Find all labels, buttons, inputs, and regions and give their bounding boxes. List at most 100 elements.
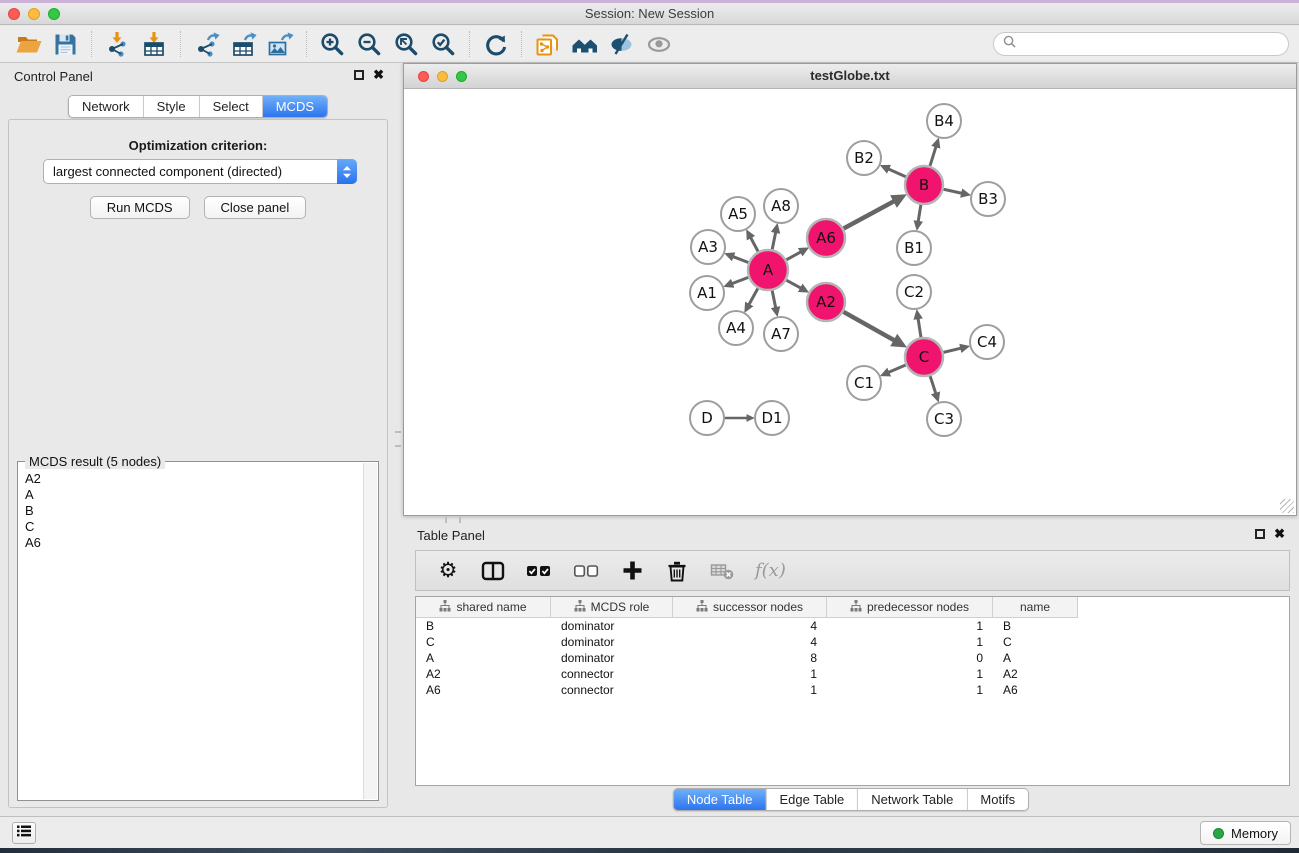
select-all-rows-icon[interactable] <box>526 558 552 584</box>
network-canvas[interactable]: B4B2BB3A8A5A6B1A3AA1C2A2A4A7C4CC1C3DD1 <box>404 90 1296 515</box>
task-history-button[interactable] <box>12 822 36 844</box>
table-cell[interactable]: A2 <box>993 667 1078 681</box>
zoom-out-icon[interactable] <box>351 29 388 60</box>
graph-edge-A-A2[interactable] <box>786 280 801 288</box>
table-cell[interactable]: 1 <box>673 667 827 681</box>
table-cell[interactable]: B <box>416 619 551 633</box>
tab-style[interactable]: Style <box>143 96 199 117</box>
table-cell[interactable]: 1 <box>827 683 993 697</box>
table-cell[interactable]: A6 <box>993 683 1078 697</box>
close-window-icon[interactable] <box>8 8 20 20</box>
search-box[interactable] <box>993 32 1289 56</box>
network-minimize-icon[interactable] <box>437 71 448 82</box>
table-cell[interactable]: B <box>993 619 1078 633</box>
vertical-splitter-grip[interactable] <box>395 431 401 447</box>
minimize-window-icon[interactable] <box>28 8 40 20</box>
copy-network-icon[interactable] <box>529 29 566 60</box>
network-overview-icon[interactable] <box>566 29 603 60</box>
graph-edge-A-A3[interactable] <box>733 256 749 262</box>
table-cell[interactable]: 4 <box>673 635 827 649</box>
open-file-icon[interactable] <box>10 29 47 60</box>
tab-mcds[interactable]: MCDS <box>262 96 327 117</box>
zoom-window-icon[interactable] <box>48 8 60 20</box>
hide-graphics-details-icon[interactable] <box>603 29 640 60</box>
table-cell[interactable]: 8 <box>673 651 827 665</box>
graph-edge-C-C3[interactable] <box>930 376 936 394</box>
import-network-icon[interactable] <box>99 29 136 60</box>
mcds-result-scrollbar[interactable] <box>363 463 377 799</box>
table-cell[interactable]: A <box>993 651 1078 665</box>
table-row[interactable]: A6connector11A6 <box>416 682 1289 698</box>
graph-edge-A2-C[interactable] <box>843 312 895 341</box>
mcds-result-item[interactable]: A6 <box>25 535 357 551</box>
toggle-columns-icon[interactable] <box>481 558 505 584</box>
float-panel-icon[interactable] <box>354 70 364 80</box>
table-row[interactable]: Adominator80A <box>416 650 1289 666</box>
graph-edge-B-B4[interactable] <box>930 146 936 166</box>
table-cell[interactable]: 1 <box>827 635 993 649</box>
zoom-in-icon[interactable] <box>314 29 351 60</box>
close-panel-button[interactable]: Close panel <box>204 196 307 219</box>
save-session-icon[interactable] <box>47 29 84 60</box>
graph-edge-B-B2[interactable] <box>888 169 906 177</box>
memory-button[interactable]: Memory <box>1200 821 1291 845</box>
show-graphics-details-icon[interactable] <box>640 29 677 60</box>
graph-edge-A-A7[interactable] <box>772 291 776 309</box>
table-cell[interactable]: 1 <box>827 667 993 681</box>
graph-edge-A-A6[interactable] <box>786 252 801 260</box>
table-cell[interactable]: A6 <box>416 683 551 697</box>
zoom-selected-icon[interactable] <box>425 29 462 60</box>
graph-edge-A-A8[interactable] <box>772 232 776 250</box>
graph-edge-C-C4[interactable] <box>943 348 961 352</box>
tab-network-table[interactable]: Network Table <box>857 789 966 810</box>
mcds-result-item[interactable]: B <box>25 503 357 519</box>
table-settings-icon[interactable]: ⚙ <box>436 558 460 584</box>
table-cell[interactable]: 4 <box>673 619 827 633</box>
network-close-icon[interactable] <box>418 71 429 82</box>
graph-edge-B-B3[interactable] <box>944 189 963 193</box>
mcds-result-item[interactable]: A <box>25 487 357 503</box>
close-table-panel-icon[interactable]: ✖ <box>1274 529 1285 539</box>
table-cell[interactable]: A <box>416 651 551 665</box>
graph-edge-C-C1[interactable] <box>888 365 906 373</box>
export-table-icon[interactable] <box>225 29 262 60</box>
graph-edge-B-B1[interactable] <box>918 205 921 222</box>
table-cell[interactable]: A2 <box>416 667 551 681</box>
export-image-icon[interactable] <box>262 29 299 60</box>
mcds-result-item[interactable]: A2 <box>25 471 357 487</box>
tab-network[interactable]: Network <box>69 96 143 117</box>
table-cell[interactable]: connector <box>551 683 673 697</box>
table-cell[interactable]: dominator <box>551 619 673 633</box>
network-graph[interactable]: B4B2BB3A8A5A6B1A3AA1C2A2A4A7C4CC1C3DD1 <box>404 90 1296 515</box>
graph-edge-A-A1[interactable] <box>732 277 749 283</box>
table-cell[interactable]: connector <box>551 667 673 681</box>
tab-select[interactable]: Select <box>199 96 262 117</box>
network-resize-grip[interactable] <box>1280 499 1294 513</box>
table-cell[interactable]: 0 <box>827 651 993 665</box>
tab-node-table[interactable]: Node Table <box>674 789 766 810</box>
search-input[interactable] <box>1021 37 1279 52</box>
table-cell[interactable]: C <box>416 635 551 649</box>
table-row[interactable]: Cdominator41C <box>416 634 1289 650</box>
table-cell[interactable]: 1 <box>827 619 993 633</box>
run-mcds-button[interactable]: Run MCDS <box>90 196 190 219</box>
delete-columns-icon[interactable] <box>665 558 689 584</box>
table-row[interactable]: A2connector11A2 <box>416 666 1289 682</box>
export-network-icon[interactable] <box>188 29 225 60</box>
table-cell[interactable]: C <box>993 635 1078 649</box>
import-table-icon[interactable] <box>136 29 173 60</box>
deselect-all-rows-icon[interactable] <box>573 558 599 584</box>
add-column-icon[interactable] <box>620 558 644 584</box>
graph-edge-A6-B[interactable] <box>844 201 895 229</box>
table-cell[interactable]: 1 <box>673 683 827 697</box>
apply-layout-icon[interactable] <box>477 29 514 60</box>
close-panel-icon[interactable]: ✖ <box>373 70 384 80</box>
column-header-MCDS-role[interactable]: MCDS role <box>551 597 673 617</box>
zoom-fit-icon[interactable] <box>388 29 425 60</box>
graph-edge-A-A5[interactable] <box>750 237 758 251</box>
column-header-shared-name[interactable]: shared name <box>416 597 551 617</box>
tab-motifs[interactable]: Motifs <box>966 789 1028 810</box>
column-header-successor-nodes[interactable]: successor nodes <box>673 597 827 617</box>
network-zoom-icon[interactable] <box>456 71 467 82</box>
table-row[interactable]: Bdominator41B <box>416 618 1289 634</box>
